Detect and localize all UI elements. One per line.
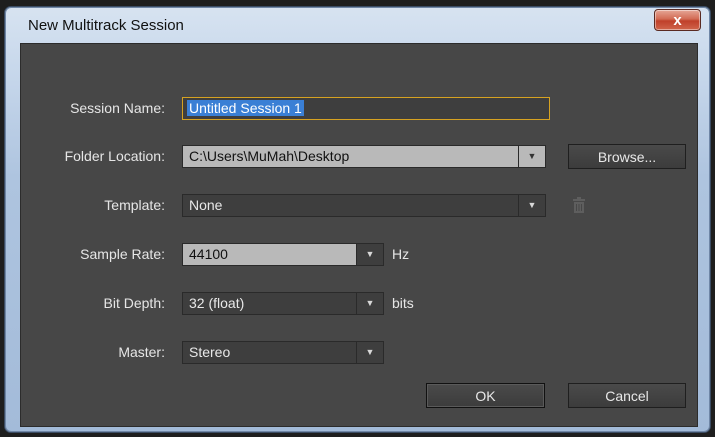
- close-button[interactable]: x: [654, 9, 701, 31]
- folder-location-dropdown[interactable]: C:\Users\MuMah\Desktop ▼: [182, 145, 546, 168]
- bit-depth-value: 32 (float): [189, 295, 245, 311]
- sample-rate-label: Sample Rate:: [80, 246, 165, 262]
- sample-rate-value: 44100: [189, 246, 228, 262]
- ok-button-label: OK: [475, 387, 496, 404]
- master-value: Stereo: [189, 344, 231, 360]
- bit-depth-label: Bit Depth:: [103, 295, 165, 311]
- bit-depth-unit: bits: [392, 295, 414, 311]
- trash-icon[interactable]: [572, 197, 586, 213]
- browse-button-label: Browse...: [597, 148, 657, 165]
- template-value: None: [189, 197, 223, 213]
- window-title: New Multitrack Session: [28, 17, 184, 34]
- title-bar[interactable]: New Multitrack Session x: [5, 7, 710, 43]
- dropdown-arrow-icon: ▼: [356, 244, 383, 265]
- template-dropdown[interactable]: None ▼: [182, 194, 546, 217]
- cancel-button-label: Cancel: [605, 387, 649, 404]
- dropdown-arrow-icon: ▼: [518, 195, 545, 216]
- master-label: Master:: [118, 344, 165, 360]
- sample-rate-unit: Hz: [392, 246, 410, 262]
- browse-button[interactable]: Browse...: [568, 144, 686, 169]
- session-name-input[interactable]: Untitled Session 1: [182, 97, 550, 120]
- folder-location-value: C:\Users\MuMah\Desktop: [189, 148, 350, 164]
- folder-location-label: Folder Location:: [64, 148, 165, 164]
- master-dropdown[interactable]: Stereo ▼: [182, 341, 384, 364]
- session-name-value: Untitled Session 1: [187, 100, 304, 116]
- dropdown-arrow-icon: ▼: [518, 146, 545, 167]
- dropdown-arrow-icon: ▼: [356, 293, 383, 314]
- dropdown-arrow-icon: ▼: [356, 342, 383, 363]
- bit-depth-dropdown[interactable]: 32 (float) ▼: [182, 292, 384, 315]
- dialog-window: New Multitrack Session x Session Name: U…: [4, 6, 711, 433]
- cancel-button[interactable]: Cancel: [568, 383, 686, 408]
- close-icon: x: [673, 11, 682, 29]
- template-label: Template:: [104, 197, 165, 213]
- dialog-body: Session Name: Untitled Session 1 Folder …: [20, 43, 698, 427]
- session-name-label: Session Name:: [70, 100, 165, 116]
- ok-button[interactable]: OK: [426, 383, 545, 408]
- sample-rate-dropdown[interactable]: 44100 ▼: [182, 243, 384, 266]
